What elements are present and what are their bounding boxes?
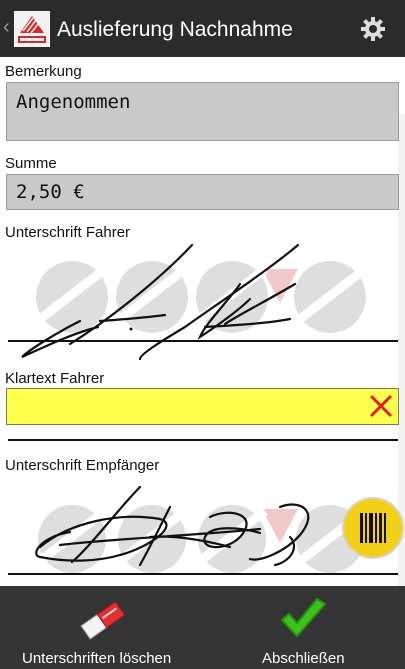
clear-signatures-button[interactable]: Unterschriften löschen bbox=[0, 586, 200, 669]
clear-x-icon[interactable] bbox=[368, 393, 394, 419]
page-title: Auslieferung Nachnahme bbox=[57, 18, 293, 41]
summe-field[interactable]: 2,50 € bbox=[6, 174, 399, 210]
bemerkung-label: Bemerkung bbox=[5, 63, 82, 80]
summe-value: 2,50 € bbox=[16, 181, 85, 203]
finish-label: Abschließen bbox=[262, 650, 345, 667]
finish-button[interactable]: Abschließen bbox=[205, 586, 405, 669]
eraser-icon bbox=[76, 596, 128, 646]
signature-line-fahrer bbox=[8, 340, 398, 342]
bemerkung-value: Angenommen bbox=[16, 91, 131, 113]
app-bar: ‹ Auslieferung Nachnahme bbox=[0, 0, 405, 57]
divider bbox=[8, 439, 398, 441]
bemerkung-field[interactable]: Angenommen bbox=[6, 82, 399, 141]
barcode-icon bbox=[360, 513, 386, 543]
checkmark-icon bbox=[278, 594, 328, 644]
klartext-fahrer-field[interactable] bbox=[6, 388, 399, 425]
summe-label: Summe bbox=[5, 155, 57, 172]
clear-signatures-label: Unterschriften löschen bbox=[22, 650, 172, 667]
klartext-fahrer-label: Klartext Fahrer bbox=[5, 370, 105, 387]
bottom-action-bar: Unterschriften löschen Abschließen bbox=[0, 586, 405, 669]
gear-icon[interactable] bbox=[360, 16, 386, 42]
unterschrift-empfaenger-label: Unterschrift Empfänger bbox=[5, 457, 160, 474]
scan-button[interactable] bbox=[342, 497, 404, 559]
cosys-logo[interactable] bbox=[14, 11, 50, 47]
signature-line-empfaenger bbox=[8, 573, 398, 575]
signature-pad-fahrer[interactable] bbox=[0, 239, 405, 364]
chevron-left-icon[interactable]: ‹ bbox=[3, 17, 10, 37]
watermark-cosys-logo bbox=[21, 243, 368, 361]
